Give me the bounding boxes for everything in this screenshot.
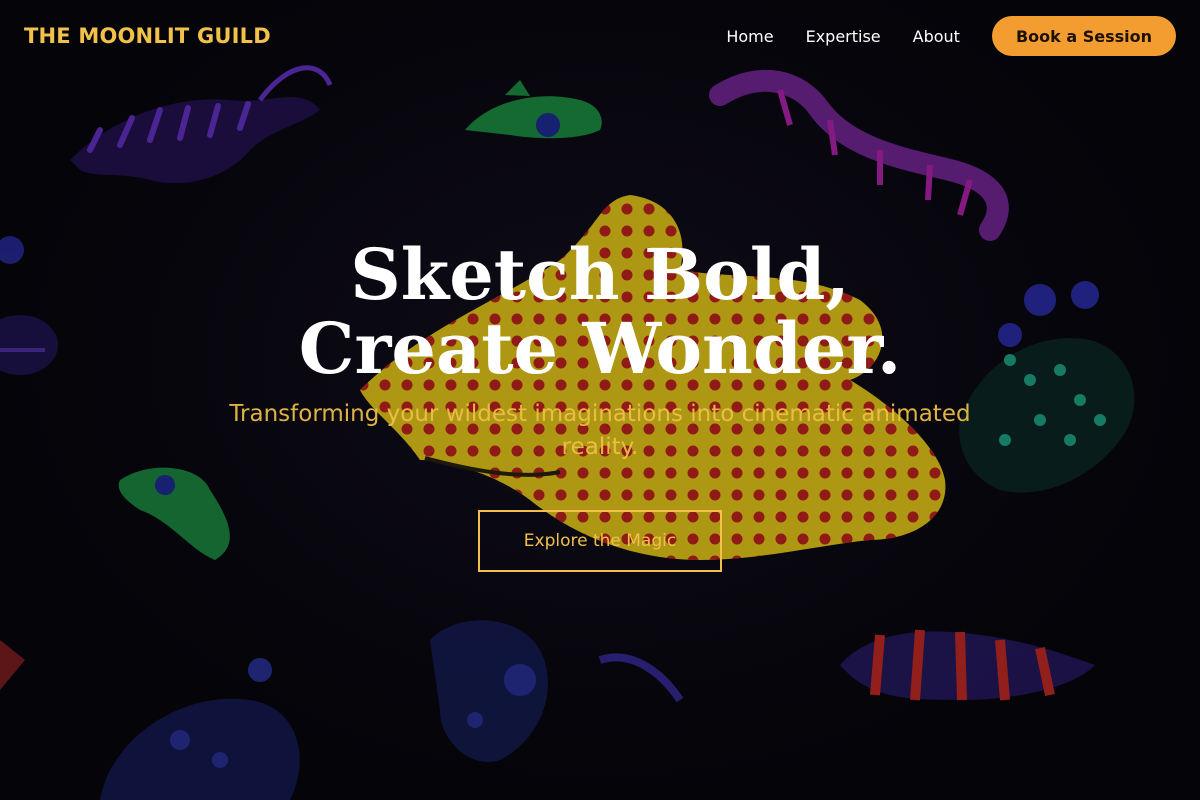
explore-magic-button[interactable]: Explore the Magic <box>478 510 722 572</box>
hero-title: Sketch Bold, Create Wonder. <box>298 233 902 390</box>
nav-link-expertise[interactable]: Expertise <box>806 27 881 46</box>
hero-subtitle: Transforming your wildest imaginations i… <box>229 401 971 460</box>
site-logo[interactable]: THE MOONLIT GUILD <box>24 24 271 48</box>
main-nav: Home Expertise About Book a Session <box>726 16 1176 56</box>
hero-content: Sketch Bold, Create Wonder. Transforming… <box>0 238 1200 572</box>
nav-link-home[interactable]: Home <box>726 27 773 46</box>
hero-section: THE MOONLIT GUILD Home Expertise About B… <box>0 0 1200 800</box>
book-session-button[interactable]: Book a Session <box>991 16 1176 56</box>
site-header: THE MOONLIT GUILD Home Expertise About B… <box>0 0 1200 72</box>
nav-link-about[interactable]: About <box>913 27 960 46</box>
